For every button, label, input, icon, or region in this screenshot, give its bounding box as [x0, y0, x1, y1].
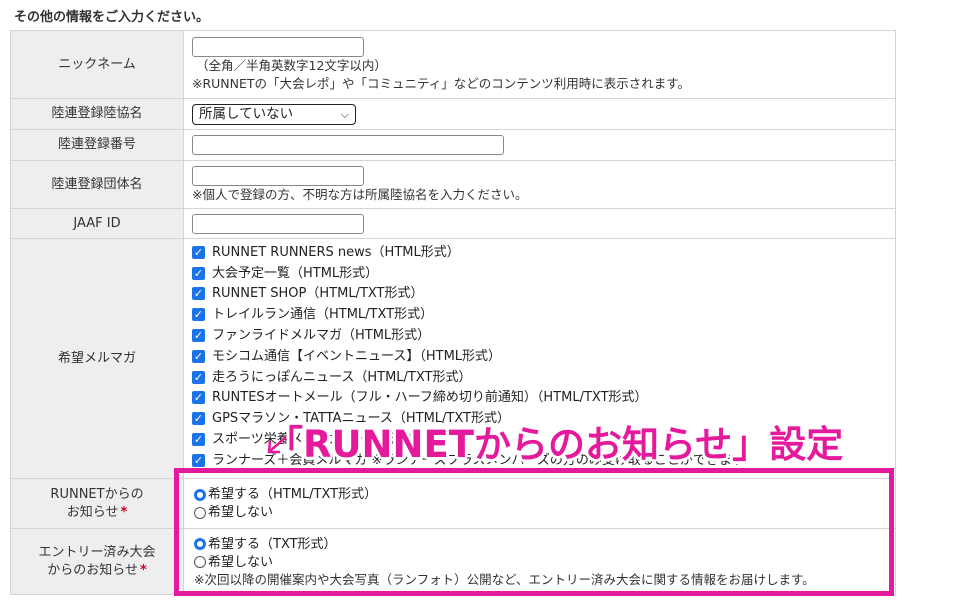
- label-association: 陸連登録陸協名: [10, 98, 184, 130]
- checkbox-checked-icon[interactable]: ✓: [192, 329, 205, 343]
- entry-notice-option-yes[interactable]: 希望する（TXT形式）: [194, 535, 887, 553]
- runnet-notice-label-line1: RUNNETからの: [50, 486, 144, 502]
- required-mark: *: [120, 504, 128, 520]
- radio-icon[interactable]: [194, 506, 206, 519]
- checkbox-checked-icon[interactable]: ✓: [192, 245, 205, 259]
- label-entry-notice: エントリー済み大会 からのお知らせ *: [10, 528, 184, 595]
- association-select[interactable]: 所属していない ⌵: [192, 103, 356, 125]
- checkbox-checked-icon[interactable]: ✓: [192, 349, 205, 363]
- runnet-notice-option-yes[interactable]: 希望する（HTML/TXT形式）: [194, 486, 887, 504]
- newsletter-item[interactable]: ✓ ファンライドメルマガ（HTML形式）: [192, 325, 887, 346]
- newsletter-item[interactable]: ✓ 走ろうにっぽんニュース（HTML/TXT形式）: [192, 367, 887, 388]
- row-nickname: ニックネーム （全角／半角英数字12文字以内） ※RUNNETの「大会レポ」や「…: [10, 30, 896, 99]
- registration-number-input[interactable]: [192, 135, 504, 155]
- nickname-input[interactable]: [192, 36, 364, 57]
- checkbox-checked-icon[interactable]: ✓: [192, 453, 205, 467]
- label-jaaf-id: JAAF ID: [10, 208, 184, 239]
- newsletter-label: RUNNET RUNNERS news（HTML形式）: [212, 244, 460, 260]
- newsletter-item[interactable]: ✓ RUNTESオートメール（フル・ハーフ締め切り前通知）（HTML/TXT形式）: [192, 388, 887, 409]
- newsletter-item[interactable]: ✓ モシコム通信【イベントニュース】（HTML形式）: [192, 346, 887, 367]
- runnet-notice-label-line2: お知らせ: [66, 504, 119, 520]
- field-runnet-notice: 希望する（HTML/TXT形式） 希望しない: [183, 478, 896, 529]
- entry-notice-note: ※次回以降の開催案内や大会写真（ランフォト）公開など、エントリー済み大会に関する…: [194, 572, 815, 587]
- label-group-name: 陸連登録団体名: [10, 160, 184, 209]
- checkbox-checked-icon[interactable]: ✓: [192, 370, 205, 384]
- field-jaaf-id: [183, 208, 896, 239]
- runnet-notice-yes-label: 希望する（HTML/TXT形式）: [208, 487, 378, 502]
- label-nickname: ニックネーム: [10, 30, 184, 99]
- row-runnet-notice: RUNNETからの お知らせ * 希望する（HTML/TXT形式） 希望しない: [10, 478, 896, 529]
- nickname-note-usage: ※RUNNETの「大会レポ」や「コミュニティ」などのコンテンツ利用時に表示されま…: [192, 75, 691, 91]
- field-group-name: ※個人で登録の方、不明な方は所属陸協名を入力ください。: [183, 160, 896, 209]
- row-registration-number: 陸連登録番号: [10, 129, 896, 161]
- chevron-down-icon: ⌵: [340, 107, 349, 121]
- radio-icon[interactable]: [194, 556, 206, 568]
- runnet-notice-option-no[interactable]: 希望しない: [194, 504, 887, 522]
- radio-selected-icon[interactable]: [194, 538, 206, 550]
- radio-selected-icon[interactable]: [194, 488, 206, 501]
- newsletter-label: 大会予定一覧（HTML形式）: [212, 265, 379, 281]
- row-entry-notice: エントリー済み大会 からのお知らせ * 希望する（TXT形式） 希望しない ※次回…: [10, 528, 896, 595]
- field-association: 所属していない ⌵: [183, 98, 896, 130]
- entry-notice-yes-label: 希望する（TXT形式）: [208, 536, 337, 552]
- newsletter-label: RUNTESオートメール（フル・ハーフ締め切り前通知）（HTML/TXT形式）: [212, 390, 648, 406]
- field-entry-notice: 希望する（TXT形式） 希望しない ※次回以降の開催案内や大会写真（ランフォト）…: [183, 528, 896, 595]
- newsletter-label: RUNNET SHOP（HTML/TXT形式）: [212, 286, 424, 302]
- group-name-note: ※個人で登録の方、不明な方は所属陸協名を入力ください。: [192, 186, 528, 202]
- label-runnet-notice: RUNNETからの お知らせ *: [10, 478, 184, 529]
- newsletter-item[interactable]: ✓ RUNNET RUNNERS news（HTML形式）: [192, 242, 887, 263]
- entry-notice-option-no[interactable]: 希望しない: [194, 553, 887, 571]
- field-nickname: （全角／半角英数字12文字以内） ※RUNNETの「大会レポ」や「コミュニティ」…: [183, 30, 896, 99]
- association-select-value: 所属していない: [199, 105, 294, 122]
- newsletter-item[interactable]: ✓ トレイルラン通信（HTML/TXT形式）: [192, 304, 887, 325]
- jaaf-id-input[interactable]: [192, 213, 364, 234]
- annotation-label: 「RUNNETからのお知らせ」設定: [266, 423, 844, 466]
- checkbox-checked-icon[interactable]: ✓: [192, 412, 205, 426]
- nickname-note-limit: （全角／半角英数字12文字以内）: [196, 57, 387, 73]
- field-registration-number: [183, 129, 896, 161]
- entry-notice-no-label: 希望しない: [208, 554, 274, 570]
- checkbox-checked-icon[interactable]: ✓: [192, 433, 205, 447]
- runnet-notice-no-label: 希望しない: [208, 505, 274, 520]
- newsletter-label: ファンライドメルマガ（HTML形式）: [212, 328, 431, 344]
- checkbox-checked-icon[interactable]: ✓: [192, 308, 205, 322]
- group-name-input[interactable]: [192, 165, 364, 186]
- newsletter-label: トレイルラン通信（HTML/TXT形式）: [212, 307, 434, 323]
- label-newsletters: 希望メルマガ: [10, 238, 184, 479]
- checkbox-checked-icon[interactable]: ✓: [192, 266, 205, 280]
- row-jaaf-id: JAAF ID: [10, 208, 896, 239]
- newsletter-label: モシコム通信【イベントニュース】（HTML形式）: [212, 348, 502, 364]
- label-registration-number: 陸連登録番号: [10, 129, 184, 161]
- row-association: 陸連登録陸協名 所属していない ⌵: [10, 98, 896, 130]
- profile-form-table: ニックネーム （全角／半角英数字12文字以内） ※RUNNETの「大会レポ」や「…: [10, 30, 896, 595]
- checkbox-checked-icon[interactable]: ✓: [192, 287, 205, 301]
- checkbox-checked-icon[interactable]: ✓: [192, 391, 205, 405]
- newsletter-label: 走ろうにっぽんニュース（HTML/TXT形式）: [212, 369, 472, 385]
- entry-notice-label-line2: からのお知らせ: [47, 562, 138, 578]
- row-group-name: 陸連登録団体名 ※個人で登録の方、不明な方は所属陸協名を入力ください。: [10, 160, 896, 209]
- section-title: その他の情報をご入力ください。: [14, 10, 210, 25]
- newsletter-item[interactable]: ✓ 大会予定一覧（HTML形式）: [192, 263, 887, 284]
- required-mark: *: [139, 562, 147, 578]
- entry-notice-label-line1: エントリー済み大会: [38, 544, 156, 560]
- newsletter-item[interactable]: ✓ RUNNET SHOP（HTML/TXT形式）: [192, 284, 887, 305]
